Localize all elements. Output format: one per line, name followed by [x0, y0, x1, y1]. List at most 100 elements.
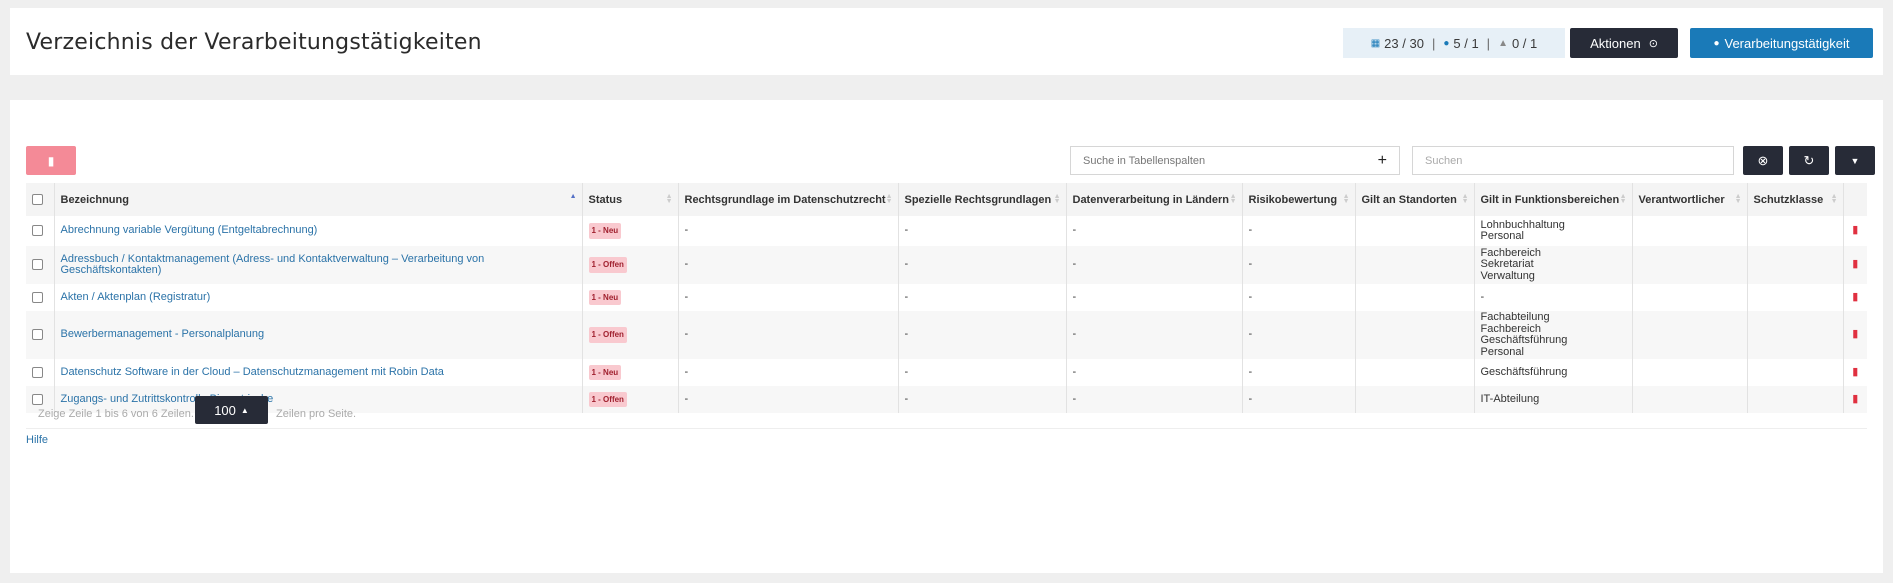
help-link[interactable]: Hilfe [26, 434, 48, 446]
table-row[interactable]: Datenschutz Software in der Cloud – Date… [26, 359, 1867, 386]
status-badge: 1 - Neu [588, 223, 622, 239]
trash-icon[interactable]: ▮ [1852, 258, 1858, 271]
trash-icon[interactable]: ▮ [1852, 291, 1858, 303]
cell-value: - [898, 246, 1067, 284]
aktionen-button[interactable]: Aktionen ⊙ [1570, 28, 1678, 58]
activity-link[interactable]: Adressbuch / Kontaktmanagement (Adress- … [61, 253, 485, 277]
funktionsbereich-item: Fachabteilung [1480, 311, 1550, 323]
table-row[interactable]: Bewerbermanagement - Personalplanung 1 - … [26, 311, 1867, 359]
row-checkbox[interactable] [32, 366, 43, 378]
cell-value: - [678, 359, 899, 386]
cell-funktionsbereiche: IT-Abteilung [1474, 386, 1633, 413]
cell-value: - [898, 386, 1067, 413]
cell-value: - [898, 359, 1067, 386]
status-badge: 1 - Offen [588, 391, 627, 408]
column-header-label: Status [588, 193, 623, 206]
cell-value: - [1242, 246, 1356, 284]
table-row[interactable]: Adressbuch / Kontaktmanagement (Adress- … [26, 246, 1867, 284]
column-header-verantwortlicher[interactable]: Verantwortlicher ▲ ▼ [1632, 183, 1748, 216]
search-input[interactable] [1412, 146, 1734, 175]
stat-activities: ▦ 23 / 30 [1371, 36, 1424, 51]
page-title: Verzeichnis der Verarbeitungstätigkeiten [26, 30, 482, 55]
activity-link[interactable]: Bewerbermanagement - Personalplanung [61, 328, 265, 341]
clear-button[interactable]: ⊗ [1743, 146, 1783, 175]
row-select-cell [26, 311, 55, 359]
cell-value [1747, 386, 1844, 413]
sort-icon: ▲ ▼ [1342, 193, 1350, 205]
activity-link[interactable]: Datenschutz Software in der Cloud – Date… [61, 366, 444, 378]
column-header-bezeichnung[interactable]: Bezeichnung ▲ [54, 183, 583, 216]
cell-funktionsbereiche: Geschäftsführung [1474, 359, 1633, 386]
refresh-button[interactable]: ↻ [1789, 146, 1829, 175]
cell-value: - [1066, 386, 1243, 413]
column-menu-button[interactable]: ▼ [1835, 146, 1875, 175]
delete-selected-button[interactable]: ▮ [26, 146, 76, 175]
sort-icon: ▲ ▼ [1619, 193, 1627, 205]
trash-icon: ▮ [47, 153, 55, 168]
column-header-standorte[interactable]: Gilt an Standorten ▲ ▼ [1355, 183, 1475, 216]
cell-value: - [1066, 284, 1243, 311]
row-checkbox[interactable] [32, 291, 43, 303]
trash-icon[interactable]: ▮ [1852, 224, 1858, 237]
caret-down-icon: ▼ [1850, 155, 1860, 166]
funktionsbereich-item: Verwaltung [1480, 269, 1535, 282]
person-icon: ▲ [1498, 37, 1508, 49]
cell-value: - [1242, 386, 1356, 413]
cell-value [1355, 359, 1475, 386]
rows-per-page-button[interactable]: 100 ▲ [195, 396, 268, 424]
cell-value: - [1242, 284, 1356, 311]
funktionsbereich-item: - [1480, 290, 1485, 303]
row-checkbox[interactable] [32, 225, 43, 237]
cell-value [1355, 386, 1475, 413]
trash-icon[interactable]: ▮ [1852, 328, 1858, 341]
row-checkbox[interactable] [32, 329, 43, 341]
rows-per-page-label: Zeilen pro Seite. [276, 408, 357, 420]
cell-bezeichnung: Bewerbermanagement - Personalplanung [54, 311, 583, 359]
new-activity-button[interactable]: ● Verarbeitungstätigkeit [1690, 28, 1873, 58]
main-panel: ▮ Suche in Tabellenspalten + ⊗ ↻ ▼ Bezei… [10, 100, 1883, 573]
new-activity-label: Verarbeitungstätigkeit [1724, 35, 1850, 51]
column-header-funktionsbereiche[interactable]: Gilt in Funktionsbereichen ▲ ▼ [1474, 183, 1633, 216]
row-select-cell [26, 359, 55, 386]
column-header-label: Gilt an Standorten [1361, 193, 1457, 206]
cell-value: - [678, 386, 899, 413]
row-checkbox[interactable] [32, 259, 43, 271]
sort-icon: ▲ ▼ [1734, 193, 1742, 205]
status-badge: 1 - Offen [588, 327, 627, 343]
row-checkbox[interactable] [32, 393, 43, 405]
cell-value: - [1066, 359, 1243, 386]
table-row[interactable]: Akten / Aktenplan (Registratur) 1 - Neu - -… [26, 284, 1867, 311]
cell-value [1747, 311, 1844, 359]
stat-activities-value: 23 / 30 [1384, 35, 1424, 51]
stat-separator: | [1431, 35, 1436, 51]
cell-value [1355, 216, 1475, 246]
add-icon[interactable]: + [1378, 152, 1387, 170]
table-row[interactable]: Abrechnung variable Vergütung (Entgeltab… [26, 216, 1867, 246]
table-header-row: Bezeichnung ▲ Status ▲ ▼ Rechtsgrundlage im… [26, 183, 1867, 216]
cell-value [1632, 311, 1748, 359]
column-header-label: Bezeichnung [60, 193, 129, 206]
column-search-input[interactable]: Suche in Tabellenspalten + [1070, 146, 1400, 175]
activity-link[interactable]: Akten / Aktenplan (Registratur) [61, 291, 211, 303]
column-header-rechtsgrundlage[interactable]: Rechtsgrundlage im Datenschutzrecht ▲ ▼ [678, 183, 899, 216]
column-header-label: Gilt in Funktionsbereichen [1480, 193, 1620, 206]
footer-divider [26, 428, 1867, 429]
cell-value: - [1242, 216, 1356, 246]
activity-link[interactable]: Abrechnung variable Vergütung (Entgeltab… [61, 224, 318, 237]
column-header-schutzklasse[interactable]: Schutzklasse ▲ ▼ [1747, 183, 1844, 216]
cell-status: 1 - Offen [582, 246, 679, 284]
plus-circle-icon: ● [1713, 37, 1720, 49]
sort-icon: ▲ ▼ [885, 193, 893, 205]
column-header-risiko[interactable]: Risikobewertung ▲ ▼ [1242, 183, 1356, 216]
page-header: Verzeichnis der Verarbeitungstätigkeiten… [10, 8, 1883, 75]
column-header-laender[interactable]: Datenverarbeitung in Ländern ▲ ▼ [1066, 183, 1243, 216]
column-header-status[interactable]: Status ▲ ▼ [582, 183, 679, 216]
column-header-spezielle[interactable]: Spezielle Rechtsgrundlagen ▲ ▼ [898, 183, 1067, 216]
row-actions-cell: ▮ [1843, 284, 1867, 311]
column-header-label: Risikobewertung [1248, 193, 1338, 206]
select-all-checkbox[interactable] [32, 194, 43, 206]
trash-icon[interactable]: ▮ [1852, 366, 1858, 378]
trash-icon[interactable]: ▮ [1852, 393, 1858, 405]
cell-value: - [898, 284, 1067, 311]
aktionen-label: Aktionen [1590, 35, 1641, 51]
